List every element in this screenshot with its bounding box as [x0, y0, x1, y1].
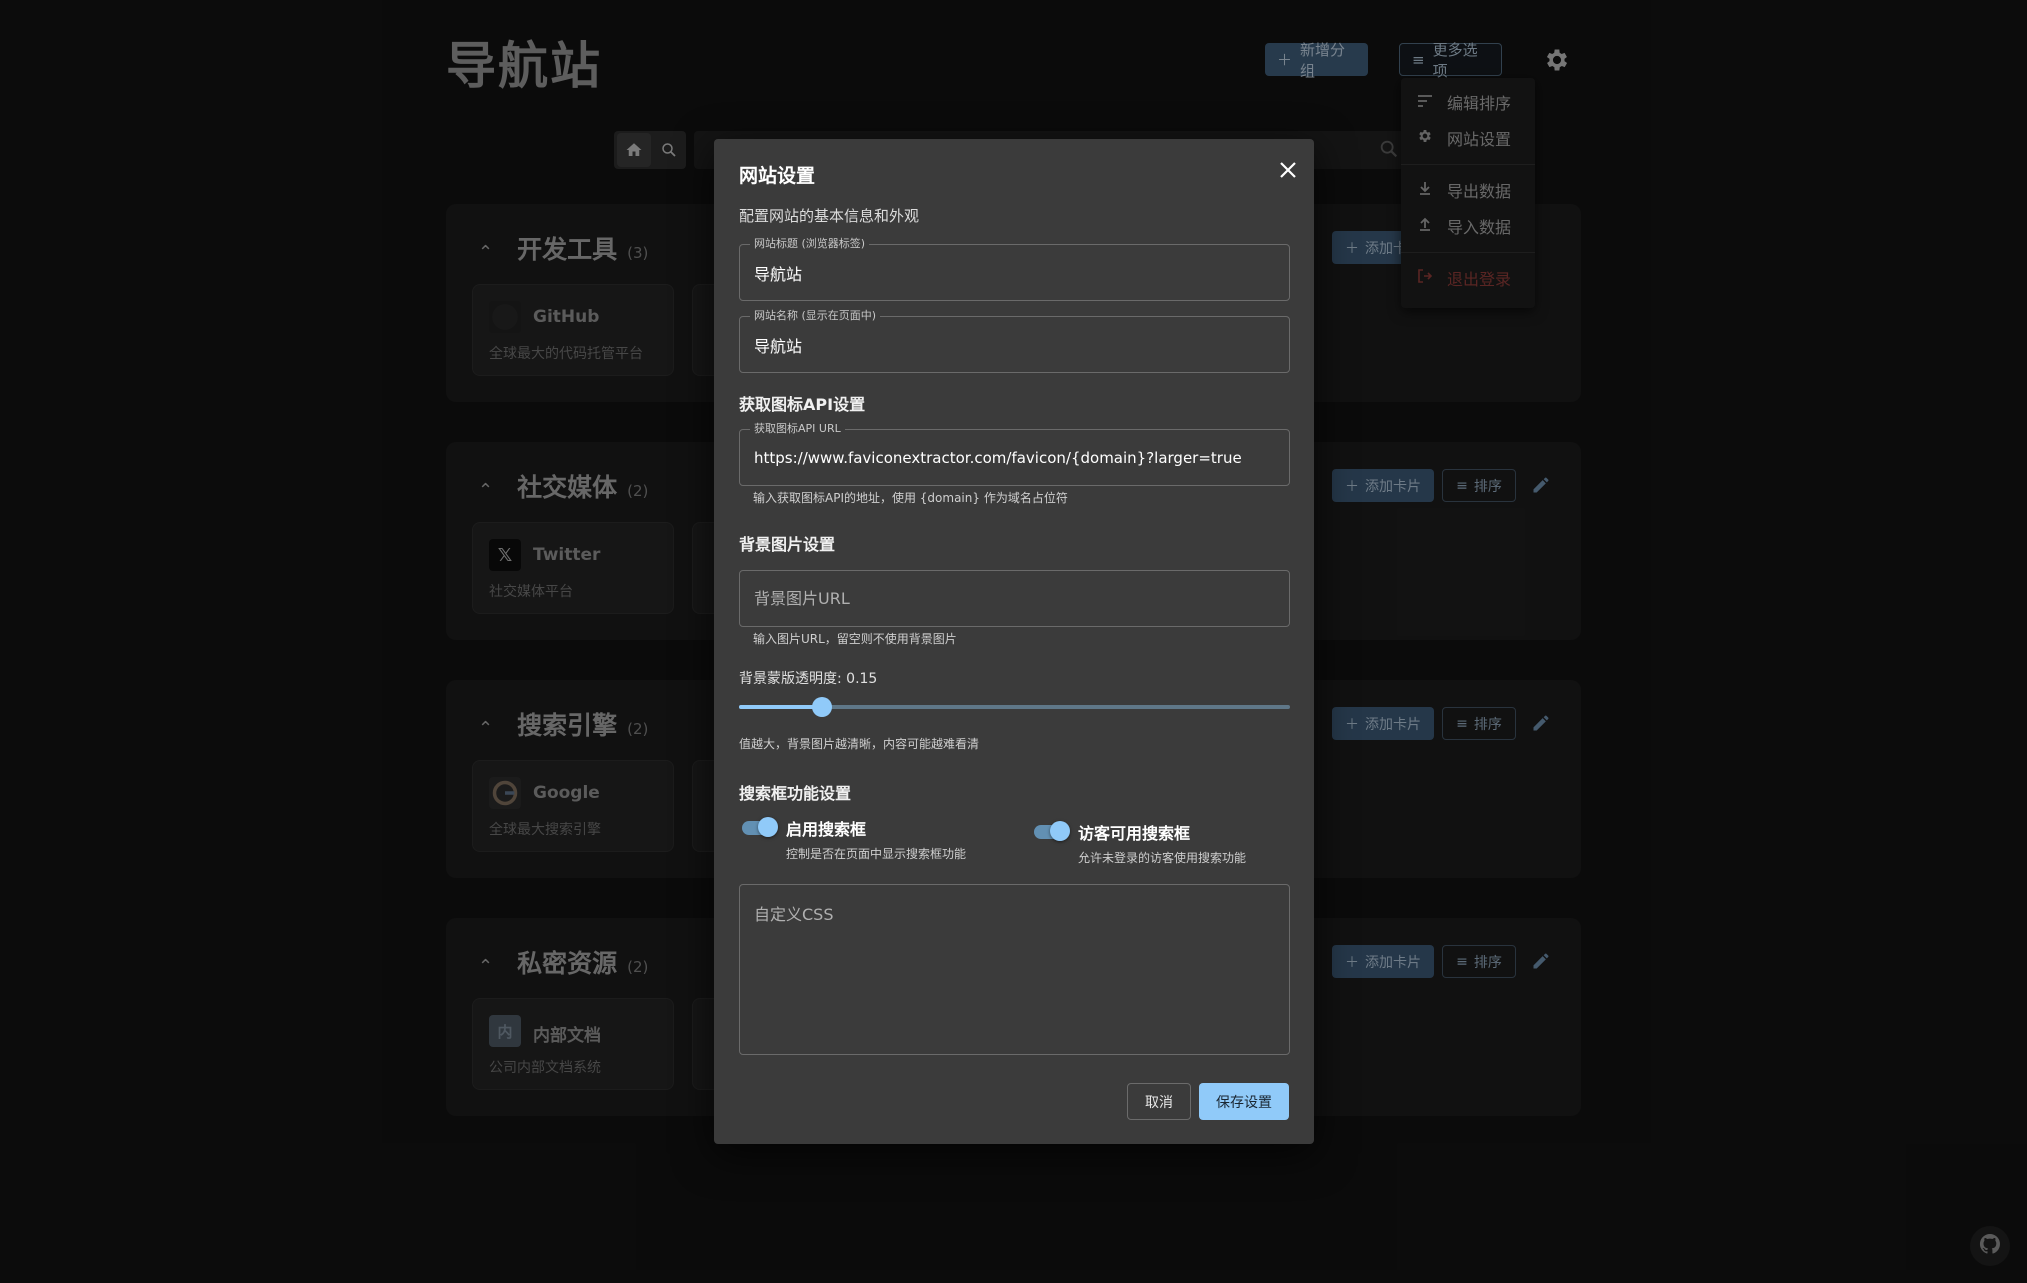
site-title-field: 网站标题 (浏览器标签) [739, 237, 1290, 301]
guest-search-label: 访客可用搜索框 [1078, 824, 1191, 843]
dialog-subtitle: 配置网站的基本信息和外观 [739, 207, 920, 225]
background-url-input[interactable] [740, 571, 1289, 626]
opacity-label: 背景蒙版透明度: 0.15 [739, 671, 878, 687]
dialog-title: 网站设置 [739, 165, 816, 187]
custom-css-field [739, 884, 1290, 1055]
opacity-helper: 值越大，背景图片越清晰，内容可能越难看清 [739, 737, 980, 751]
site-name-input[interactable] [740, 317, 1289, 372]
background-section-title: 背景图片设置 [739, 535, 836, 554]
site-title-label: 网站标题 (浏览器标签) [750, 237, 870, 251]
favicon-api-label: 获取图标API URL [750, 422, 845, 436]
background-url-helper: 输入图片URL，留空则不使用背景图片 [753, 632, 957, 646]
cancel-button[interactable]: 取消 [1127, 1083, 1191, 1120]
toggle-knob [1050, 821, 1070, 841]
favicon-api-helper: 输入获取图标API的地址，使用 {domain} 作为域名占位符 [753, 491, 1068, 505]
favicon-section-title: 获取图标API设置 [739, 395, 866, 414]
site-name-label: 网站名称 (显示在页面中) [750, 309, 881, 323]
site-name-field: 网站名称 (显示在页面中) [739, 309, 1290, 373]
opacity-slider-thumb[interactable] [811, 697, 832, 717]
favicon-api-field: 获取图标API URL [739, 422, 1290, 486]
site-settings-dialog: 网站设置 配置网站的基本信息和外观 网站标题 (浏览器标签) 网站名称 (显示在… [714, 139, 1314, 1144]
background-url-field [739, 570, 1290, 627]
opacity-slider-track [739, 705, 822, 709]
enable-search-label: 启用搜索框 [786, 820, 867, 839]
guest-search-toggle[interactable] [1032, 820, 1072, 842]
search-section-title: 搜索框功能设置 [739, 784, 852, 803]
enable-search-toggle[interactable] [740, 816, 780, 838]
toggle-knob [758, 817, 778, 837]
enable-search-desc: 控制是否在页面中显示搜索框功能 [786, 847, 967, 861]
close-icon[interactable] [1275, 157, 1301, 183]
site-title-input[interactable] [740, 245, 1289, 300]
guest-search-desc: 允许未登录的访客使用搜索功能 [1078, 851, 1247, 865]
favicon-api-input[interactable] [740, 430, 1289, 485]
save-settings-button[interactable]: 保存设置 [1199, 1083, 1289, 1120]
custom-css-textarea[interactable] [740, 885, 1289, 1054]
